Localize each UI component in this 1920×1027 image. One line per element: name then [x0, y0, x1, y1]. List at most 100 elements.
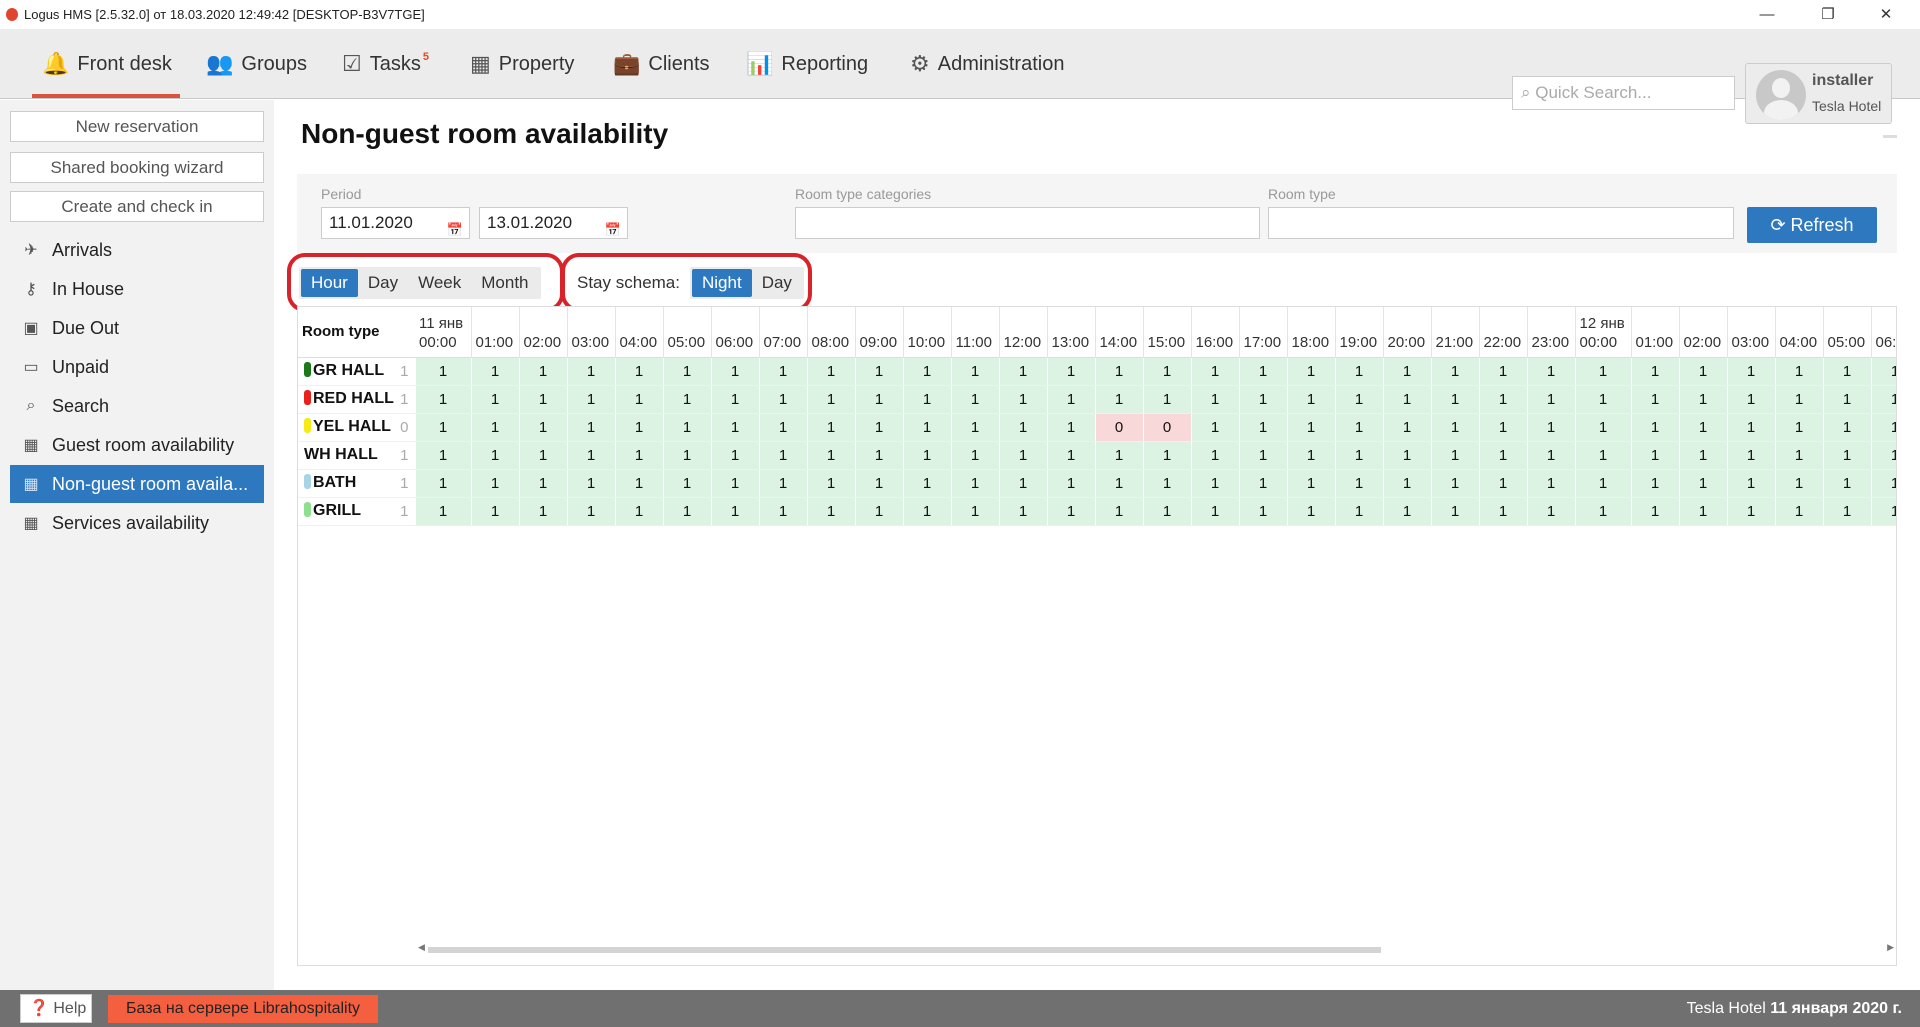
availability-cell[interactable]: 1 [1383, 357, 1432, 386]
availability-cell[interactable]: 1 [999, 413, 1048, 442]
availability-cell[interactable]: 1 [807, 413, 856, 442]
restore-button[interactable]: ❐ [1805, 0, 1851, 29]
availability-cell[interactable]: 1 [711, 497, 760, 526]
availability-cell[interactable]: 1 [1575, 497, 1632, 526]
calendar-icon[interactable]: 📅 [605, 215, 621, 245]
availability-cell[interactable]: 1 [1095, 357, 1144, 386]
availability-cell[interactable]: 1 [519, 497, 568, 526]
availability-cell[interactable]: 1 [807, 357, 856, 386]
availability-cell[interactable]: 1 [1871, 357, 1896, 386]
availability-cell[interactable]: 1 [1335, 357, 1384, 386]
room-type-name[interactable]: WH HALL 1 [298, 441, 416, 470]
availability-cell[interactable]: 1 [1727, 357, 1776, 386]
availability-cell[interactable]: 1 [1239, 357, 1288, 386]
availability-cell[interactable]: 1 [999, 497, 1048, 526]
availability-cell[interactable]: 1 [1575, 413, 1632, 442]
availability-cell[interactable]: 1 [999, 385, 1048, 414]
availability-cell[interactable]: 1 [759, 357, 808, 386]
availability-cell[interactable]: 1 [615, 497, 664, 526]
availability-cell[interactable]: 1 [663, 385, 712, 414]
availability-cell[interactable]: 1 [1775, 469, 1824, 498]
availability-cell[interactable]: 1 [1287, 469, 1336, 498]
availability-cell[interactable]: 1 [1431, 469, 1480, 498]
scale-month[interactable]: Month [471, 269, 538, 297]
room-type-name[interactable]: BATH 1 [298, 469, 416, 498]
availability-cell[interactable]: 1 [903, 497, 952, 526]
availability-cell[interactable]: 1 [1191, 357, 1240, 386]
availability-cell[interactable]: 1 [615, 357, 664, 386]
availability-cell[interactable]: 1 [1191, 385, 1240, 414]
availability-cell[interactable]: 1 [415, 357, 472, 386]
availability-cell[interactable]: 1 [1383, 385, 1432, 414]
availability-cell[interactable]: 1 [1679, 497, 1728, 526]
new-reservation-button[interactable]: New reservation [10, 111, 264, 142]
availability-cell[interactable]: 1 [1575, 469, 1632, 498]
availability-cell[interactable]: 1 [1047, 385, 1096, 414]
sidebar-item[interactable]: ✈ Arrivals [10, 231, 264, 269]
availability-cell[interactable]: 1 [1191, 469, 1240, 498]
room-type-name[interactable]: RED HALL 1 [298, 385, 416, 414]
availability-cell[interactable]: 1 [951, 497, 1000, 526]
date-to-input[interactable]: 13.01.2020 📅 [479, 207, 628, 239]
availability-cell[interactable]: 1 [1823, 441, 1872, 470]
availability-cell[interactable]: 1 [615, 441, 664, 470]
sidebar-item[interactable]: ▦ Guest room availability [10, 426, 264, 464]
room-type-name[interactable]: GRILL 1 [298, 497, 416, 526]
availability-cell[interactable]: 1 [1095, 497, 1144, 526]
availability-cell[interactable]: 1 [1143, 469, 1192, 498]
availability-cell[interactable]: 1 [1239, 441, 1288, 470]
availability-cell[interactable]: 1 [1431, 385, 1480, 414]
availability-cell[interactable]: 1 [615, 385, 664, 414]
availability-cell[interactable]: 1 [1631, 497, 1680, 526]
availability-cell[interactable]: 1 [1047, 357, 1096, 386]
availability-cell[interactable]: 1 [415, 385, 472, 414]
scrollbar-thumb[interactable] [428, 947, 1381, 953]
availability-cell[interactable]: 1 [415, 469, 472, 498]
availability-cell[interactable]: 1 [759, 413, 808, 442]
availability-cell[interactable]: 1 [1775, 441, 1824, 470]
availability-cell[interactable]: 1 [1095, 469, 1144, 498]
availability-cell[interactable]: 1 [1191, 441, 1240, 470]
sidebar-item[interactable]: ⚷ In House [10, 270, 264, 308]
availability-cell[interactable]: 1 [567, 357, 616, 386]
availability-cell[interactable]: 1 [759, 497, 808, 526]
availability-cell[interactable]: 1 [471, 441, 520, 470]
availability-cell[interactable]: 1 [903, 469, 952, 498]
availability-cell[interactable]: 0 [1143, 413, 1192, 442]
availability-cell[interactable]: 1 [1727, 441, 1776, 470]
sidebar-item[interactable]: ▣ Due Out [10, 309, 264, 347]
availability-cell[interactable]: 1 [1143, 497, 1192, 526]
help-button[interactable]: ❓ Help [20, 994, 92, 1023]
availability-cell[interactable]: 1 [1383, 441, 1432, 470]
availability-cell[interactable]: 1 [663, 497, 712, 526]
availability-cell[interactable]: 1 [1287, 357, 1336, 386]
availability-cell[interactable]: 1 [1631, 469, 1680, 498]
availability-cell[interactable]: 1 [1431, 357, 1480, 386]
nav-property[interactable]: ▦ Property [470, 29, 574, 99]
availability-cell[interactable]: 1 [1431, 497, 1480, 526]
availability-cell[interactable]: 1 [567, 497, 616, 526]
availability-cell[interactable]: 1 [567, 469, 616, 498]
availability-cell[interactable]: 1 [1479, 357, 1528, 386]
availability-cell[interactable]: 1 [1527, 497, 1576, 526]
availability-cell[interactable]: 1 [1239, 385, 1288, 414]
availability-cell[interactable]: 1 [1823, 497, 1872, 526]
availability-cell[interactable]: 1 [1823, 469, 1872, 498]
availability-cell[interactable]: 1 [1143, 441, 1192, 470]
availability-cell[interactable]: 1 [1575, 385, 1632, 414]
availability-cell[interactable]: 1 [1383, 413, 1432, 442]
shared-booking-wizard-button[interactable]: Shared booking wizard [10, 152, 264, 183]
room-type-name[interactable]: YEL HALL 0 [298, 413, 416, 442]
availability-cell[interactable]: 1 [1047, 469, 1096, 498]
availability-cell[interactable]: 1 [1727, 497, 1776, 526]
availability-cell[interactable]: 1 [1335, 413, 1384, 442]
availability-cell[interactable]: 1 [471, 385, 520, 414]
availability-cell[interactable]: 1 [711, 385, 760, 414]
availability-cell[interactable]: 1 [855, 469, 904, 498]
availability-cell[interactable]: 1 [1631, 385, 1680, 414]
scroll-left-icon[interactable]: ◀ [418, 942, 425, 953]
availability-cell[interactable]: 1 [519, 357, 568, 386]
collapse-handle[interactable] [1883, 135, 1897, 138]
availability-cell[interactable]: 1 [1871, 469, 1896, 498]
availability-cell[interactable]: 1 [1631, 413, 1680, 442]
